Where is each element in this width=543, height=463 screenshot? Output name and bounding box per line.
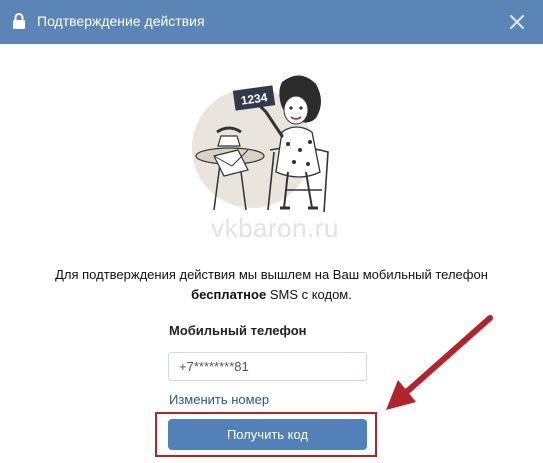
close-icon[interactable] bbox=[508, 13, 526, 31]
watermark: vkbaron.ru bbox=[211, 213, 339, 243]
lock-icon bbox=[13, 13, 25, 29]
confirmation-message: Для подтверждения действия мы вышлем на … bbox=[20, 265, 523, 305]
message-bold: бесплатное bbox=[191, 287, 267, 302]
phone-label: Мобильный телефон bbox=[169, 323, 307, 338]
change-number-link[interactable]: Изменить номер bbox=[169, 392, 269, 407]
annotation-arrow bbox=[386, 315, 493, 410]
message-text-end: SMS с кодом. bbox=[266, 287, 352, 302]
message-text: Для подтверждения действия мы вышлем на … bbox=[55, 267, 488, 282]
get-code-button[interactable]: Получить код bbox=[168, 419, 367, 450]
sms-illustration: 1234 bbox=[192, 75, 329, 213]
dialog-header: Подтверждение действия bbox=[0, 0, 543, 44]
phone-field[interactable]: +7********81 bbox=[168, 352, 367, 381]
dialog-title: Подтверждение действия bbox=[37, 13, 205, 29]
